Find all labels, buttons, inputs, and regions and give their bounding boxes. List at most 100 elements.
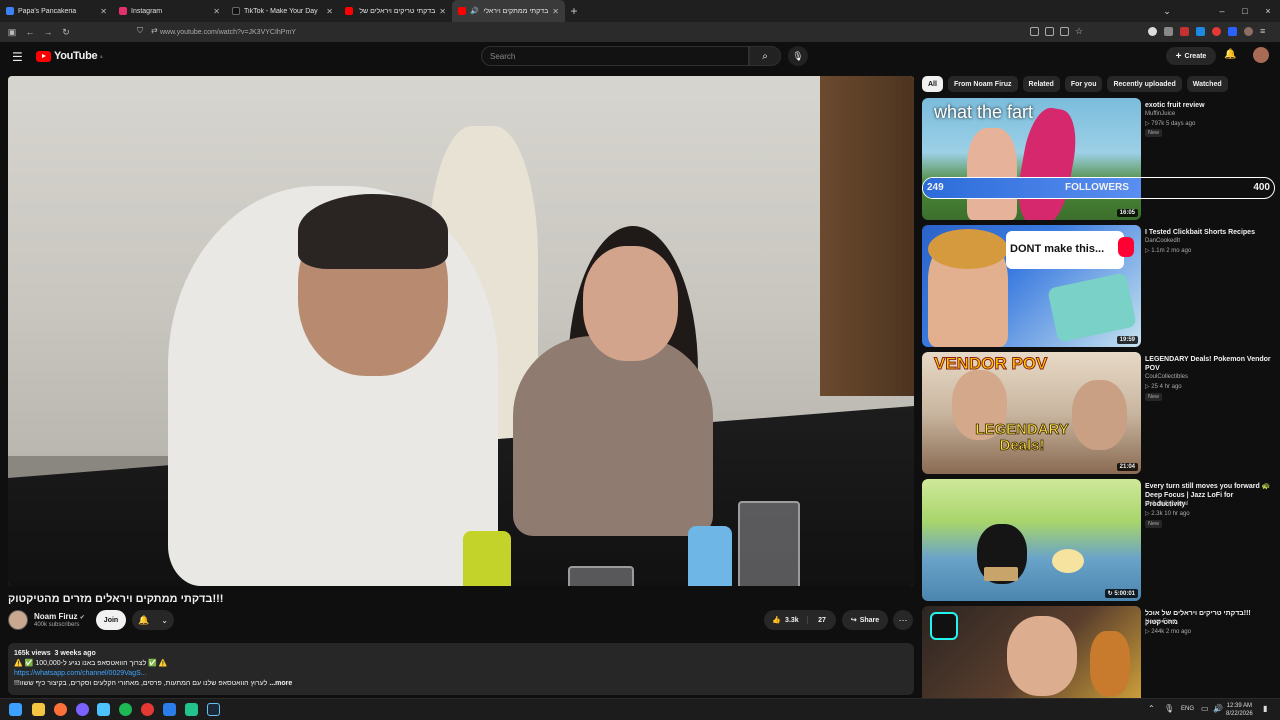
video-thumbnail[interactable] <box>922 606 1141 698</box>
chip-watched[interactable]: Watched <box>1186 76 1228 92</box>
recommended-video[interactable]: !!!בדקתי טריקים ויראלים של אוכל מהטיקטוק… <box>922 606 1272 698</box>
spotify-icon[interactable] <box>119 703 132 716</box>
like-button[interactable]: 👍 3.3k <box>764 616 808 624</box>
video-thumbnail[interactable]: DONT make this... 19:59 <box>922 225 1141 347</box>
close-tab-icon[interactable]: ✕ <box>100 7 107 16</box>
create-button[interactable]: + Create <box>1166 47 1216 65</box>
subscribe-notifications-button[interactable]: 🔔 ⌄ <box>132 610 174 630</box>
show-more-link[interactable]: ...more <box>269 680 292 687</box>
screenshot-icon[interactable] <box>1030 27 1039 36</box>
recommended-video[interactable]: ↻ 5:00:01 Every turn still moves you for… <box>922 479 1272 601</box>
translate-icon[interactable] <box>1060 27 1069 36</box>
recommended-video[interactable]: VENDOR POV LEGENDARY Deals! 21:04 LEGEND… <box>922 352 1272 474</box>
notifications-bell-icon[interactable]: 🔔 <box>1224 49 1236 60</box>
recommended-channel[interactable]: CoulCollectibles <box>1145 374 1188 380</box>
join-button[interactable]: Join <box>96 610 126 630</box>
tune-icon[interactable]: ⇄ <box>151 26 158 35</box>
description-box[interactable]: 165k views 3 weeks ago ⚠️ ✅ לצרוך הוואטס… <box>8 643 914 695</box>
close-window-button[interactable]: × <box>1257 0 1279 22</box>
chip-from-channel[interactable]: From Noam Firuz <box>947 76 1018 92</box>
app-icon[interactable] <box>163 703 176 716</box>
profile-icon[interactable] <box>1244 27 1253 36</box>
system-clock[interactable]: 12:39 AM 8/22/2026 <box>1226 702 1253 718</box>
close-tab-icon[interactable]: ✕ <box>552 7 559 16</box>
channel-name[interactable]: Noam Firuz ✔ <box>34 612 85 621</box>
hamburger-menu-icon[interactable]: ☰ <box>12 50 23 64</box>
notification-center-icon[interactable]: ▮ <box>1263 704 1267 713</box>
browser-tab-active[interactable]: 🔊 בדקתי ממתקים ויראלים מהטי ✕ <box>452 0 565 22</box>
voice-search-button[interactable]: 🎙 <box>788 46 808 66</box>
menu-icon[interactable]: ≡ <box>1260 27 1265 36</box>
bookmark-star-icon[interactable]: ☆ <box>1075 27 1083 36</box>
description-link[interactable]: https://whatsapp.com/channel/0029VagS... <box>14 669 908 679</box>
more-actions-button[interactable]: ⋯ <box>893 610 913 630</box>
chevron-down-icon: ⌄ <box>161 615 168 625</box>
youtube-logo[interactable]: YouTube IL <box>36 50 103 62</box>
back-icon[interactable]: ← <box>21 22 39 42</box>
close-tab-icon[interactable]: ✕ <box>213 7 220 16</box>
steam-icon[interactable] <box>207 703 220 716</box>
tray-mic-icon[interactable]: 🎙 <box>1164 704 1174 713</box>
channel-avatar[interactable] <box>8 610 28 630</box>
browser-tab[interactable]: בדקתי טריקים ויראלים של אוכל ✕ <box>339 0 452 22</box>
browser-app-icon[interactable] <box>141 703 154 716</box>
recommended-channel[interactable]: chill chilli journal <box>1145 501 1188 507</box>
volume-icon[interactable]: 🔊 <box>1213 704 1223 713</box>
recommended-title[interactable]: LEGENDARY Deals! Pokemon Vendor POV <box>1145 355 1272 373</box>
video-player[interactable] <box>8 76 914 586</box>
address-bar[interactable]: www.youtube.com/watch?v=JK3VYCIhPmY <box>160 24 1060 40</box>
video-thumbnail[interactable]: VENDOR POV LEGENDARY Deals! 21:04 <box>922 352 1141 474</box>
firefox-icon[interactable] <box>54 703 67 716</box>
account-avatar[interactable] <box>1253 47 1269 63</box>
new-tab-button[interactable]: + <box>565 4 583 18</box>
extension-icon[interactable] <box>1196 27 1205 36</box>
recommended-video[interactable]: what the fart 16:05 exotic fruit review … <box>922 98 1272 220</box>
start-windows-icon[interactable] <box>9 703 22 716</box>
dislike-button[interactable]: 27 <box>808 617 836 624</box>
search-input[interactable]: Search <box>481 46 749 66</box>
chip-for-you[interactable]: For you <box>1064 76 1103 92</box>
recommended-title[interactable]: I Tested Clickbait Shorts Recipes <box>1145 228 1272 237</box>
recommended-title[interactable]: exotic fruit review <box>1145 101 1272 110</box>
tray-overflow-icon[interactable]: ⌃ <box>1148 704 1155 713</box>
extension-icon[interactable] <box>1228 27 1237 36</box>
minimize-button[interactable]: – <box>1211 0 1233 22</box>
extension-icon[interactable] <box>1148 27 1157 36</box>
reader-icon[interactable] <box>1045 27 1054 36</box>
tab-list-icon[interactable]: ⌄ <box>1156 0 1178 22</box>
browser-tab-strip: Papa's Pancakeria ✕ Instagram ✕ TikTok -… <box>0 0 1280 22</box>
network-icon[interactable]: ▭ <box>1201 704 1209 713</box>
tab-favicon-icon <box>6 7 14 15</box>
video-thumbnail[interactable]: what the fart 16:05 <box>922 98 1141 220</box>
share-button[interactable]: ↪ Share <box>842 610 888 630</box>
app-icon[interactable] <box>185 703 198 716</box>
sidebar-toggle-icon[interactable]: ▣ <box>3 22 21 42</box>
chip-all[interactable]: All <box>922 76 943 92</box>
browser-tab[interactable]: Instagram ✕ <box>113 0 226 22</box>
browser-tab[interactable]: Papa's Pancakeria ✕ <box>0 0 113 22</box>
search-button[interactable]: ⌕ <box>749 46 781 66</box>
recommended-channel[interactable]: DanCookedIt <box>1145 238 1180 244</box>
chip-recently-uploaded[interactable]: Recently uploaded <box>1107 76 1182 92</box>
subscriber-count: 400k subscribers <box>34 622 80 628</box>
browser-tab[interactable]: TikTok - Make Your Day ✕ <box>226 0 339 22</box>
reload-icon[interactable]: ↻ <box>57 22 75 42</box>
site-info-icon[interactable]: ⛉ <box>137 26 143 36</box>
language-indicator[interactable]: ENG <box>1181 706 1194 712</box>
tab-audio-icon[interactable]: 🔊 <box>470 7 479 15</box>
video-thumbnail[interactable]: ↻ 5:00:01 <box>922 479 1141 601</box>
recommended-channel[interactable]: Noam Firuz <box>1145 619 1176 625</box>
close-tab-icon[interactable]: ✕ <box>326 7 333 16</box>
extension-icon[interactable] <box>1212 27 1221 36</box>
app-icon[interactable] <box>97 703 110 716</box>
forward-icon[interactable]: → <box>39 22 57 42</box>
chip-related[interactable]: Related <box>1022 76 1060 92</box>
file-explorer-icon[interactable] <box>32 703 45 716</box>
maximize-button[interactable]: □ <box>1234 0 1256 22</box>
recommended-channel[interactable]: MuffinJuice <box>1145 111 1175 117</box>
extension-icon[interactable] <box>1180 27 1189 36</box>
extension-icon[interactable] <box>1164 27 1173 36</box>
messenger-icon[interactable] <box>76 703 89 716</box>
close-tab-icon[interactable]: ✕ <box>439 7 446 16</box>
recommended-video[interactable]: DONT make this... 19:59 I Tested Clickba… <box>922 225 1272 347</box>
